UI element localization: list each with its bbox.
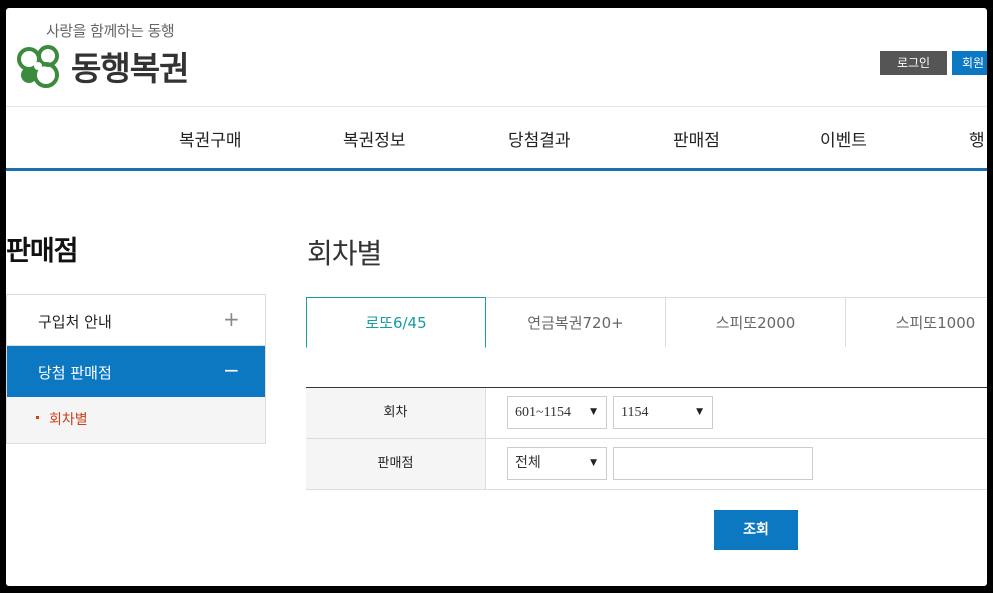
sidebar-item-winning-stores[interactable]: 당첨 판매점 − — [7, 346, 265, 397]
round-range-select[interactable]: 601~1154 ▼ — [507, 396, 607, 429]
nav-buy-lottery[interactable]: 복권구매 — [179, 126, 242, 151]
form-row-store: 판매점 전체 ▼ — [306, 439, 987, 490]
triangle-down-icon: ▼ — [590, 407, 597, 417]
store-name-input[interactable] — [613, 447, 813, 480]
sidebar-menu: 구입처 안내 + 당첨 판매점 − 회차별 — [6, 294, 266, 444]
search-form: 회차 601~1154 ▼ 1154 ▼ 판매점 전체 ▼ — [306, 387, 987, 490]
page-title: 회차별 — [307, 237, 382, 270]
plus-icon: + — [223, 307, 240, 331]
nav-lottery-info[interactable]: 복권정보 — [343, 126, 406, 151]
join-button[interactable]: 회원 — [952, 51, 987, 75]
store-label: 판매점 — [306, 439, 486, 489]
nav-winning-results[interactable]: 당첨결과 — [508, 126, 571, 151]
nav-item-cut-off[interactable]: 행 — [969, 126, 985, 151]
main-navigation: 복권구매 복권정보 당첨결과 판매점 이벤트 행 — [6, 107, 987, 169]
tab-pension720[interactable]: 연금복권720+ — [486, 297, 666, 347]
region-value: 전체 — [515, 456, 541, 471]
site-header: 사랑을 함께하는 동행 동행복권 로그인 회원 — [6, 8, 987, 107]
sidebar-title: 판매점 — [6, 236, 79, 267]
triangle-down-icon: ▼ — [696, 407, 703, 417]
logo-text: 동행복권 — [71, 49, 189, 88]
sidebar-item-label: 구입처 안내 — [38, 313, 112, 331]
logo-slogan: 사랑을 함께하는 동행 — [46, 22, 175, 40]
browser-viewport: 사랑을 함께하는 동행 동행복권 로그인 회원 복권구매 복권정보 당첨결과 판… — [6, 8, 987, 586]
tab-speetto1000[interactable]: 스피또1000 — [846, 297, 987, 347]
round-range-value: 601~1154 — [515, 405, 572, 420]
region-select[interactable]: 전체 ▼ — [507, 447, 607, 480]
round-select[interactable]: 1154 ▼ — [613, 396, 713, 429]
nav-events[interactable]: 이벤트 — [820, 126, 867, 151]
sidebar-subitem-by-round[interactable]: 회차별 — [7, 397, 265, 444]
tab-lotto645[interactable]: 로또6/45 — [306, 297, 486, 348]
sidebar-item-label: 당첨 판매점 — [38, 364, 112, 382]
form-row-round: 회차 601~1154 ▼ 1154 ▼ — [306, 388, 987, 439]
nav-stores[interactable]: 판매점 — [673, 126, 720, 151]
sidebar-item-store-guide[interactable]: 구입처 안내 + — [7, 295, 265, 346]
bullet-icon — [36, 416, 39, 419]
lottery-tabs: 로또6/45 연금복권720+ 스피또2000 스피또1000 — [306, 297, 987, 348]
search-button[interactable]: 조회 — [714, 510, 798, 550]
round-value: 1154 — [621, 405, 649, 420]
triangle-down-icon: ▼ — [590, 458, 597, 468]
round-label: 회차 — [306, 388, 486, 438]
login-button[interactable]: 로그인 — [880, 51, 947, 75]
clover-logo-icon — [17, 45, 59, 88]
tab-speetto2000[interactable]: 스피또2000 — [666, 297, 846, 347]
sidebar-subitem-label: 회차별 — [49, 412, 88, 428]
minus-icon: − — [223, 358, 240, 382]
nav-underline — [6, 168, 987, 171]
